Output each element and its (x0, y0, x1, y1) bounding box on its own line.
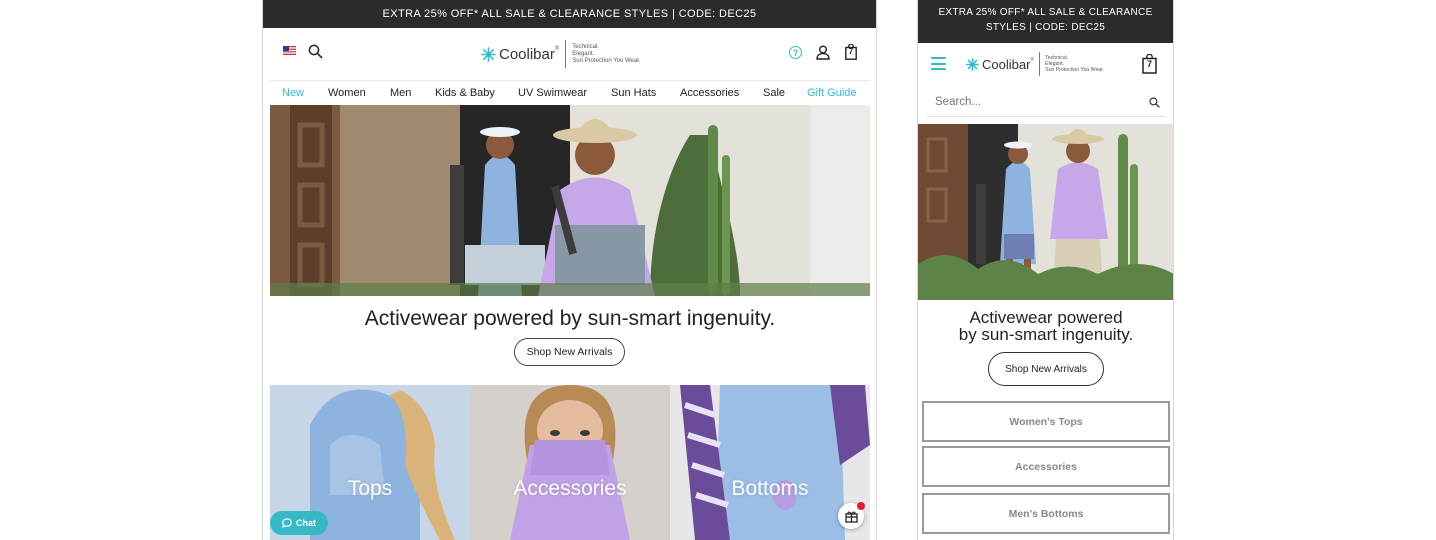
accessories-button[interactable]: Accessories (922, 446, 1170, 487)
mobile-hero-illustration (918, 124, 1173, 300)
nav-item-sale[interactable]: Sale (763, 87, 785, 99)
category-tiles: Tops Accessories Bottoms (270, 385, 870, 540)
chat-label: Chat (296, 518, 316, 528)
mobile-header: Coolibar® Technical. Elegant. Sun Protec… (918, 43, 1173, 88)
hero-illustration (270, 105, 870, 296)
notification-badge (857, 502, 865, 510)
cart-button[interactable]: 7 (845, 43, 857, 60)
nav-item-sun-hats[interactable]: Sun Hats (611, 87, 656, 99)
shop-new-arrivals-button[interactable]: Shop New Arrivals (514, 338, 625, 366)
nav-item-accessories[interactable]: Accessories (680, 87, 739, 99)
category-tile-accessories[interactable]: Accessories (470, 385, 670, 540)
nav-item-women[interactable]: Women (328, 87, 366, 99)
mobile-logo-mark-icon (966, 57, 979, 71)
account-icon[interactable] (816, 45, 830, 60)
nav-item-uv-swimwear[interactable]: UV Swimwear (518, 87, 587, 99)
mobile-cart-button[interactable]: 7 (1142, 53, 1157, 74)
mobile-promo-banner[interactable]: EXTRA 25% OFF* ALL SALE & CLEARANCE STYL… (918, 0, 1173, 43)
hero-image[interactable] (270, 105, 870, 296)
logo-divider (565, 40, 567, 68)
mobile-hero-headline: Activewear powered by sun-smart ingenuit… (958, 308, 1134, 344)
gift-button[interactable] (838, 502, 865, 529)
mobile-view: EXTRA 25% OFF* ALL SALE & CLEARANCE STYL… (917, 0, 1174, 540)
search-icon[interactable] (308, 44, 323, 59)
logo-tagline: Technical. Elegant. Sun Protection You W… (572, 43, 641, 64)
promo-banner[interactable]: EXTRA 25% OFF* ALL SALE & CLEARANCE STYL… (263, 0, 876, 28)
logo-mark-icon (481, 46, 496, 62)
desktop-view: EXTRA 25% OFF* ALL SALE & CLEARANCE STYL… (262, 0, 877, 540)
mobile-logo-divider (1039, 52, 1041, 76)
category-label-accessories: Accessories (513, 477, 627, 500)
nav-item-men[interactable]: Men (390, 87, 411, 99)
mens-bottoms-button[interactable]: Men's Bottoms (922, 493, 1170, 534)
womens-tops-button[interactable]: Women's Tops (922, 401, 1170, 442)
mobile-logo-wordmark: Coolibar® (982, 56, 1035, 72)
mobile-hero-image[interactable] (918, 124, 1173, 300)
mobile-search-input[interactable] (933, 95, 1123, 109)
hero-headline: Activewear powered by sun-smart ingenuit… (364, 307, 776, 330)
hamburger-menu-icon[interactable] (931, 57, 946, 70)
mobile-shop-new-arrivals-button[interactable]: Shop New Arrivals (988, 352, 1104, 386)
logo-wordmark: Coolibar® (499, 45, 560, 63)
category-label-tops: Tops (347, 477, 393, 500)
nav-item-new[interactable]: New (282, 87, 304, 99)
gift-icon (844, 511, 858, 523)
mobile-search-icon[interactable] (1149, 97, 1160, 108)
category-label-bottoms: Bottoms (731, 477, 809, 500)
coolibar-logo[interactable]: Coolibar® Technical. Elegant. Sun Protec… (481, 40, 641, 68)
mobile-search-bar (927, 89, 1165, 117)
help-icon[interactable]: ? (789, 46, 802, 59)
nav-item-kids-baby[interactable]: Kids & Baby (435, 87, 495, 99)
accessories-image (470, 385, 670, 540)
cart-count: 7 (848, 47, 854, 56)
mobile-cart-count: 7 (1146, 59, 1152, 69)
mobile-logo-tagline: Technical. Elegant. Sun Protection You W… (1045, 55, 1105, 73)
chat-bubble-icon (282, 518, 292, 528)
site-header: Coolibar® Technical. Elegant. Sun Protec… (263, 28, 876, 80)
nav-item-gift-guide[interactable]: Gift Guide (807, 87, 857, 99)
main-nav: New Women Men Kids & Baby UV Swimwear Su… (270, 80, 870, 105)
mobile-coolibar-logo[interactable]: Coolibar® Technical. Elegant. Sun Protec… (966, 52, 1104, 76)
us-flag-icon[interactable] (283, 46, 296, 55)
chat-button[interactable]: Chat (270, 511, 328, 535)
